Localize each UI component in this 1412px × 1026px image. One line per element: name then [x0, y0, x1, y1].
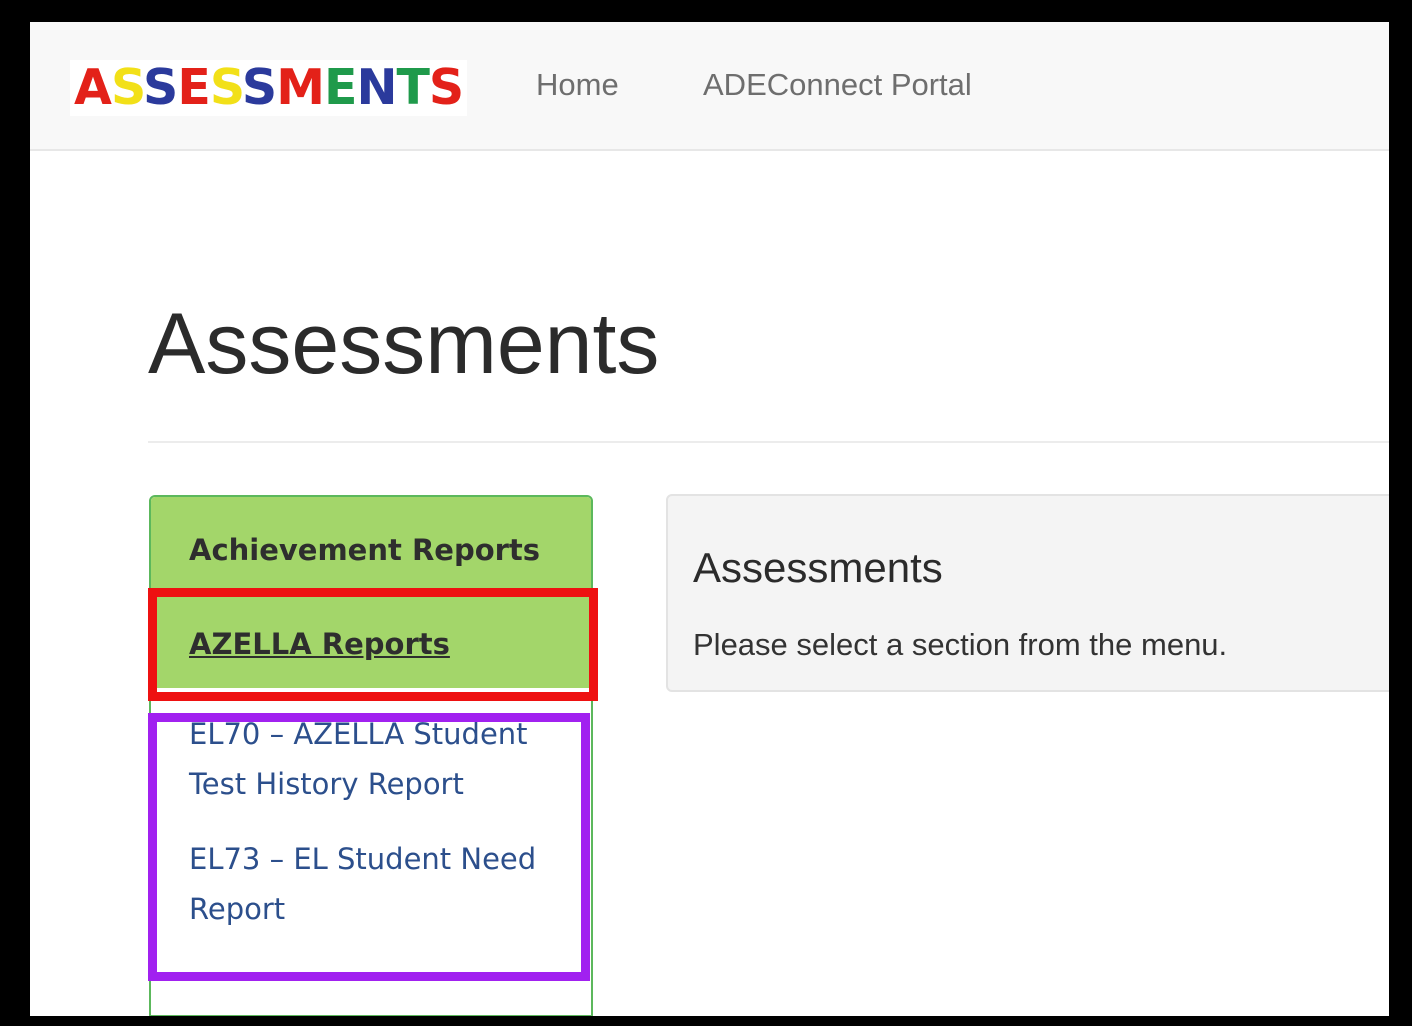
menu-item-achievement-reports[interactable]: Achievement Reports [151, 497, 591, 593]
welcome-panel: Assessments Please select a section from… [666, 494, 1389, 692]
logo-letter: E [323, 59, 357, 116]
logo-letter: A [74, 59, 112, 116]
logo-letter: S [241, 59, 277, 116]
nav-adeconnect-portal-link[interactable]: ADEConnect Portal [703, 67, 972, 103]
page-title: Assessments [148, 296, 660, 392]
top-navbar: ASSESSMENTS Home ADEConnect Portal [30, 22, 1389, 151]
logo-letter: S [110, 59, 144, 116]
logo-letter: E [177, 59, 210, 116]
logo-letter: S [209, 59, 243, 116]
header-divider [148, 441, 1389, 443]
menu-item-label: Achievement Reports [189, 533, 541, 567]
logo-letter: N [356, 59, 397, 116]
logo-letter: S [428, 59, 464, 116]
logo-letter: T [396, 59, 429, 116]
menu-divider [151, 1015, 591, 1016]
nav-home-link[interactable]: Home [536, 67, 619, 103]
welcome-title: Assessments [693, 544, 943, 591]
highlight-box-red [148, 588, 598, 701]
logo-letter: S [143, 59, 178, 116]
logo-letter: M [276, 59, 325, 116]
welcome-message: Please select a section from the menu. [693, 627, 1228, 662]
assessments-logo[interactable]: ASSESSMENTS [70, 59, 468, 116]
highlight-box-purple [148, 713, 590, 981]
